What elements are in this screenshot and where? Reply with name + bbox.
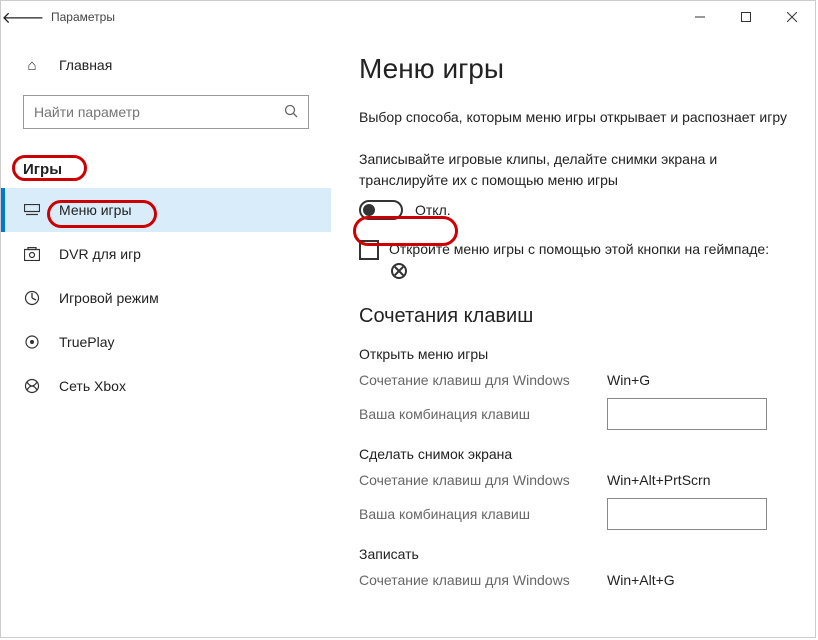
home-icon: ⌂	[23, 56, 41, 74]
search-icon	[284, 104, 298, 121]
search-box[interactable]	[23, 95, 309, 129]
xbox-network-icon	[23, 377, 41, 395]
titlebar: 🡐 Параметры	[1, 1, 815, 33]
sidebar-item-game-dvr[interactable]: DVR для игр	[1, 232, 331, 276]
shortcut-title: Открыть меню игры	[359, 346, 787, 362]
search-input[interactable]	[34, 104, 284, 120]
trueplay-icon	[23, 333, 41, 351]
game-mode-icon	[23, 289, 41, 307]
sidebar-item-label: DVR для игр	[59, 246, 141, 262]
custom-shortcut-label: Ваша комбинация клавиш	[359, 406, 607, 422]
shortcut-title: Сделать снимок экрана	[359, 446, 787, 462]
sidebar-item-label: Меню игры	[59, 202, 132, 218]
window-title: Параметры	[45, 10, 677, 24]
shortcut-title: Записать	[359, 546, 787, 562]
windows-shortcut-label: Сочетание клавиш для Windows	[359, 572, 607, 588]
window-controls	[677, 1, 815, 33]
shortcut-group-record: Записать Сочетание клавиш для Windows Wi…	[359, 546, 787, 588]
sidebar-category: Игры	[1, 147, 331, 188]
sidebar-item-label: TruePlay	[59, 334, 115, 350]
toggle-state-label: Откл.	[415, 202, 451, 218]
windows-shortcut-label: Сочетание клавиш для Windows	[359, 472, 607, 488]
shortcut-group-screenshot: Сделать снимок экрана Сочетание клавиш д…	[359, 446, 787, 530]
windows-shortcut-value: Win+Alt+G	[607, 572, 767, 588]
shortcut-group-open-gamebar: Открыть меню игры Сочетание клавиш для W…	[359, 346, 787, 430]
maximize-button[interactable]	[723, 1, 769, 33]
sidebar-item-label: Игровой режим	[59, 290, 159, 306]
windows-shortcut-value: Win+G	[607, 372, 767, 388]
sidebar-item-game-bar[interactable]: Меню игры	[1, 188, 331, 232]
dvr-icon	[23, 245, 41, 263]
gamebar-toggle[interactable]	[359, 200, 403, 220]
sidebar-item-label: Сеть Xbox	[59, 378, 126, 394]
sidebar: ⌂ Главная Игры Меню игры DVR дл	[1, 33, 331, 637]
sidebar-item-game-mode[interactable]: Игровой режим	[1, 276, 331, 320]
arrow-left-icon: 🡐	[2, 7, 45, 28]
custom-shortcut-input[interactable]	[607, 498, 767, 530]
sidebar-home-label: Главная	[59, 57, 112, 73]
close-button[interactable]	[769, 1, 815, 33]
shortcuts-heading: Сочетания клавиш	[359, 305, 787, 328]
page-heading: Меню игры	[359, 53, 787, 85]
page-description: Выбор способа, которым меню игры открыва…	[359, 107, 787, 127]
minimize-button[interactable]	[677, 1, 723, 33]
sidebar-item-xbox-network[interactable]: Сеть Xbox	[1, 364, 331, 408]
main-panel: Меню игры Выбор способа, которым меню иг…	[331, 33, 815, 637]
game-bar-icon	[23, 201, 41, 219]
xbox-button-icon	[391, 263, 407, 279]
sidebar-home[interactable]: ⌂ Главная	[1, 43, 331, 87]
windows-shortcut-value: Win+Alt+PrtScrn	[607, 472, 767, 488]
windows-shortcut-label: Сочетание клавиш для Windows	[359, 372, 607, 388]
toggle-label: Записывайте игровые клипы, делайте снимк…	[359, 149, 787, 190]
custom-shortcut-label: Ваша комбинация клавиш	[359, 506, 607, 522]
controller-checkbox[interactable]	[359, 240, 379, 260]
controller-checkbox-label: Откройте меню игры с помощью этой кнопки…	[389, 240, 787, 280]
back-button[interactable]: 🡐	[1, 1, 45, 33]
custom-shortcut-input[interactable]	[607, 398, 767, 430]
toggle-knob	[363, 204, 375, 216]
sidebar-item-trueplay[interactable]: TruePlay	[1, 320, 331, 364]
